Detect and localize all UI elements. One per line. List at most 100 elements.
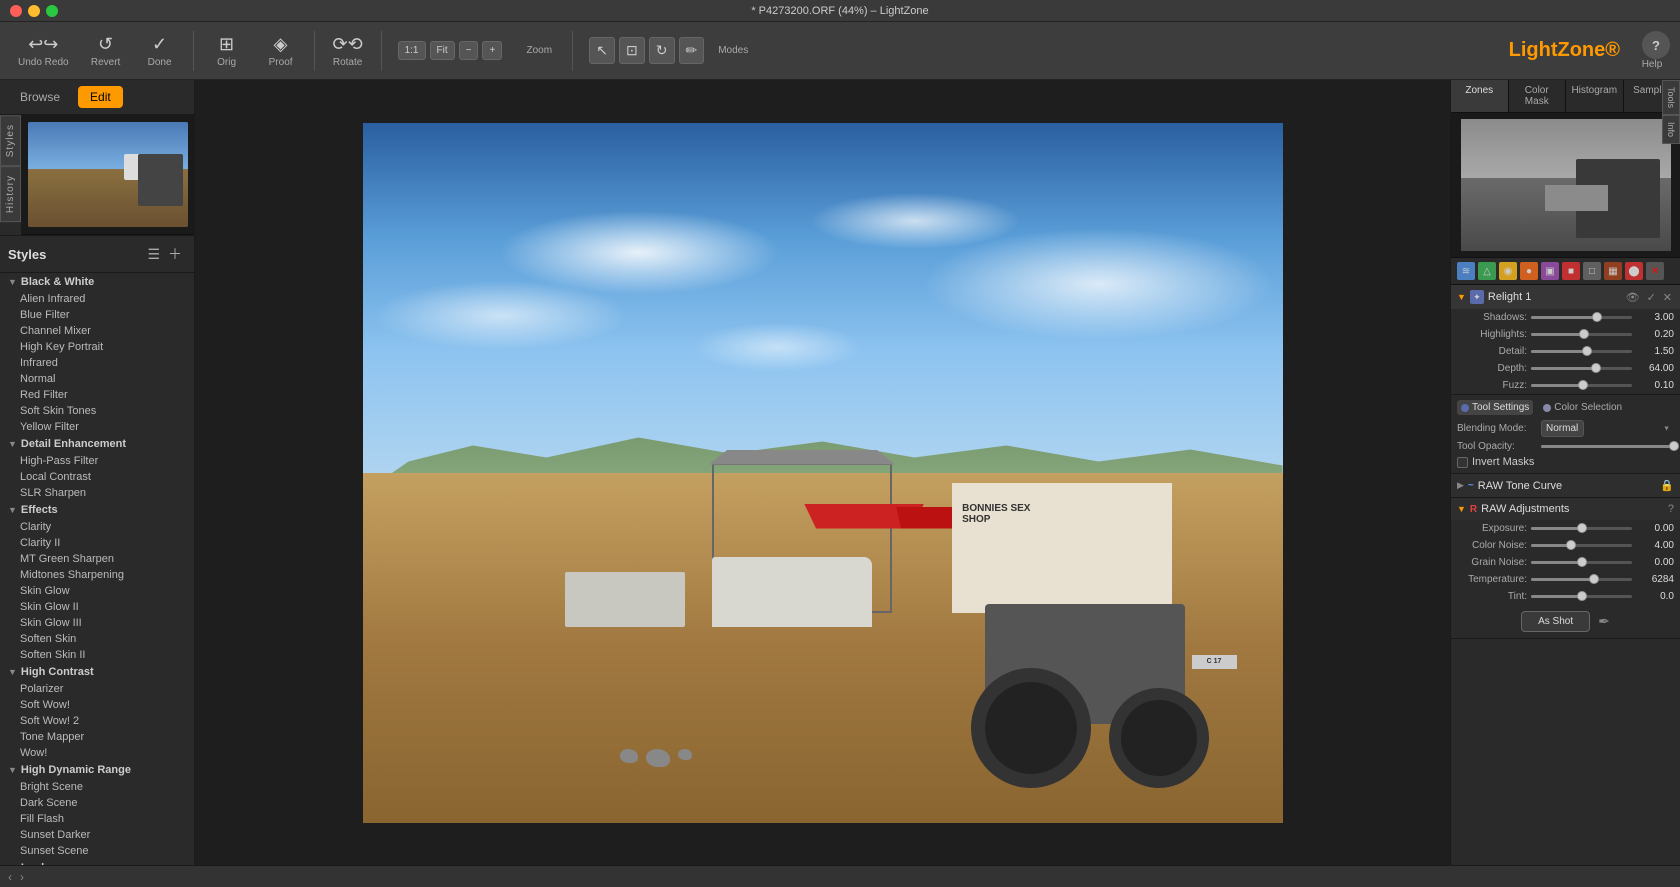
relight-eye-btn[interactable]: 👁 (1624, 291, 1642, 304)
zone-color-6[interactable]: ■ (1562, 262, 1580, 280)
history-vert-tab[interactable]: History (0, 166, 21, 222)
raw-slider-track[interactable] (1531, 561, 1632, 564)
style-item[interactable]: Sunset Scene (0, 843, 194, 859)
raw-slider-thumb[interactable] (1566, 540, 1576, 550)
opacity-thumb[interactable] (1669, 441, 1679, 451)
done-button[interactable]: ✓ Done (135, 30, 185, 72)
style-item[interactable]: SLR Sharpen (0, 485, 194, 501)
close-button[interactable] (10, 5, 22, 17)
style-group-high-contrast[interactable]: ▼High Contrast (0, 663, 194, 681)
blending-mode-select-wrap[interactable]: Normal (1541, 420, 1674, 437)
style-item[interactable]: Midtones Sharpening (0, 567, 194, 583)
raw-slider-track[interactable] (1531, 544, 1632, 547)
style-item[interactable]: Clarity II (0, 535, 194, 551)
style-item[interactable]: Alien Infrared (0, 291, 194, 307)
style-item[interactable]: Sunset Darker (0, 827, 194, 843)
style-item[interactable]: Polarizer (0, 681, 194, 697)
zoom-fit-button[interactable]: Fit (430, 41, 455, 60)
color-selection-tab[interactable]: Color Selection (1539, 400, 1626, 415)
raw-adj-header[interactable]: ▼ R RAW Adjustments ? (1451, 498, 1680, 520)
slider-track[interactable] (1531, 333, 1632, 336)
slider-thumb[interactable] (1592, 312, 1602, 322)
raw-tone-curve-header[interactable]: ▶ ~ RAW Tone Curve 🔒 (1451, 474, 1680, 497)
style-item[interactable]: Soften Skin II (0, 647, 194, 663)
zone-color-5[interactable]: ▣ (1541, 262, 1559, 280)
nav-right-button[interactable]: › (20, 870, 24, 884)
style-item[interactable]: Normal (0, 371, 194, 387)
style-group-detail-enhancement[interactable]: ▼Detail Enhancement (0, 435, 194, 453)
mode-rotate-button[interactable]: ↻ (649, 37, 675, 64)
slider-track[interactable] (1531, 367, 1632, 370)
style-item[interactable]: Channel Mixer (0, 323, 194, 339)
minimize-button[interactable] (28, 5, 40, 17)
style-item[interactable]: High-Pass Filter (0, 453, 194, 469)
raw-slider-thumb[interactable] (1577, 557, 1587, 567)
tool-settings-tab[interactable]: Tool Settings (1457, 400, 1533, 415)
as-shot-button[interactable]: As Shot (1521, 611, 1590, 632)
zone-color-4[interactable]: ● (1520, 262, 1538, 280)
help-group[interactable]: ? Help (1634, 31, 1670, 70)
zone-color-9[interactable]: ⬤ (1625, 262, 1643, 280)
blending-mode-select[interactable]: Normal (1541, 420, 1584, 437)
style-item[interactable]: Skin Glow (0, 583, 194, 599)
zones-tab[interactable]: Zones (1451, 80, 1509, 112)
style-item[interactable]: Bright Scene (0, 779, 194, 795)
raw-slider-thumb[interactable] (1589, 574, 1599, 584)
zoom-out-button[interactable]: − (459, 41, 479, 60)
style-item[interactable]: Tone Mapper (0, 729, 194, 745)
zoom-in-button[interactable]: + (482, 41, 502, 60)
styles-add-icon[interactable]: ＋ (164, 242, 186, 266)
slider-thumb[interactable] (1591, 363, 1601, 373)
relight-check-btn[interactable]: ✓ (1645, 291, 1658, 304)
slider-thumb[interactable] (1582, 346, 1592, 356)
style-item[interactable]: Dark Scene (0, 795, 194, 811)
style-item[interactable]: Soft Wow! 2 (0, 713, 194, 729)
slider-track[interactable] (1531, 316, 1632, 319)
zone-color-x[interactable]: ✕ (1646, 262, 1664, 280)
style-item[interactable]: High Key Portrait (0, 339, 194, 355)
rotate-button[interactable]: ⟳⟲ Rotate (323, 30, 373, 72)
style-item[interactable]: Red Filter (0, 387, 194, 403)
style-group-black-&-white[interactable]: ▼Black & White (0, 273, 194, 291)
maximize-button[interactable] (46, 5, 58, 17)
zone-color-8[interactable]: ▦ (1604, 262, 1622, 280)
style-group-high-dynamic-range[interactable]: ▼High Dynamic Range (0, 761, 194, 779)
zone-color-2[interactable]: △ (1478, 262, 1496, 280)
raw-adj-help-icon[interactable]: ? (1668, 503, 1674, 515)
raw-slider-thumb[interactable] (1577, 523, 1587, 533)
orig-button[interactable]: ⊞ Orig (202, 30, 252, 72)
slider-track[interactable] (1531, 350, 1632, 353)
modes-button[interactable]: Modes (708, 41, 758, 60)
style-item[interactable]: MT Green Sharpen (0, 551, 194, 567)
zoom-button[interactable]: Zoom (514, 41, 564, 60)
style-item[interactable]: Local Contrast (0, 469, 194, 485)
undo-redo-button[interactable]: ↩↪ Undo Redo (10, 30, 77, 72)
style-item[interactable]: Infrared (0, 355, 194, 371)
mode-arrow-button[interactable]: ↖ (589, 37, 615, 64)
slider-track[interactable] (1531, 384, 1632, 387)
nav-left-button[interactable]: ‹ (8, 870, 12, 884)
opacity-slider[interactable] (1541, 445, 1674, 448)
style-item[interactable]: Soft Wow! (0, 697, 194, 713)
style-item[interactable]: Soften Skin (0, 631, 194, 647)
help-button[interactable]: ? (1642, 31, 1670, 59)
proof-button[interactable]: ◈ Proof (256, 30, 306, 72)
relight-header[interactable]: ▼ ✦ Relight 1 👁 ✓ ✕ (1451, 285, 1680, 309)
zone-color-1[interactable]: ≋ (1457, 262, 1475, 280)
mode-crop-button[interactable]: ⊡ (619, 37, 645, 64)
zone-color-7[interactable]: □ (1583, 262, 1601, 280)
raw-tc-lock-icon[interactable]: 🔒 (1660, 479, 1674, 492)
slider-thumb[interactable] (1579, 329, 1589, 339)
raw-slider-track[interactable] (1531, 527, 1632, 530)
eyedropper-icon[interactable]: ✒ (1598, 613, 1610, 630)
invert-masks-checkbox[interactable] (1457, 457, 1468, 468)
style-item[interactable]: Blue Filter (0, 307, 194, 323)
mode-edit-button[interactable]: ✏ (679, 37, 705, 64)
style-item[interactable]: Skin Glow III (0, 615, 194, 631)
relight-close-btn[interactable]: ✕ (1661, 291, 1674, 304)
revert-button[interactable]: ↺ Revert (81, 30, 131, 72)
style-item[interactable]: Clarity (0, 519, 194, 535)
histogram-tab[interactable]: Histogram (1566, 80, 1624, 112)
browse-tab[interactable]: Browse (8, 86, 72, 108)
raw-slider-track[interactable] (1531, 578, 1632, 581)
